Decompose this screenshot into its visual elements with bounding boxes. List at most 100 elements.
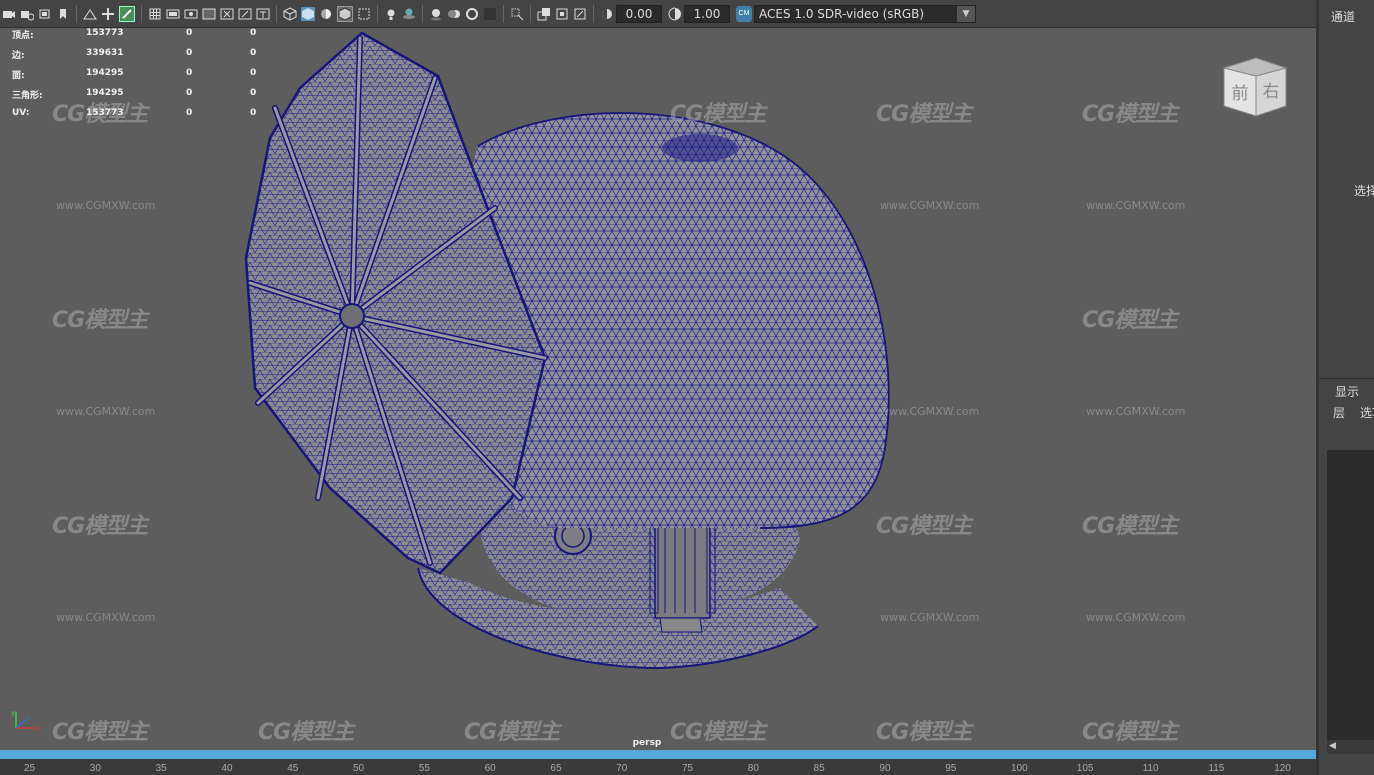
timeline-tick-label: 105	[1076, 763, 1094, 774]
frame-selection-icon[interactable]	[573, 7, 587, 21]
channel-box-panel: 通道 选择 显示 层 选项 ◀	[1319, 0, 1374, 775]
wireframe-on-shaded-icon[interactable]	[337, 5, 353, 22]
wireframe-icon[interactable]	[283, 6, 297, 21]
gamma-field[interactable]: 1.00	[684, 4, 730, 23]
watermark-url: www.CGMXW.com	[880, 611, 980, 624]
timeline-tick-label: 60	[484, 763, 496, 774]
timeline-tick-label: 75	[682, 763, 694, 774]
timeline-tick-label: 45	[287, 763, 299, 774]
exposure-icon[interactable]	[600, 7, 614, 21]
camera-icon[interactable]	[2, 7, 16, 21]
2d-pan-zoom-icon[interactable]	[101, 7, 115, 21]
isolate-select-icon[interactable]	[510, 7, 524, 21]
gate-mask-icon[interactable]	[202, 7, 216, 21]
timeline-tick-label: 85	[813, 763, 825, 774]
smooth-shade-icon[interactable]	[301, 6, 315, 21]
hud-value: 153773	[86, 108, 124, 118]
watermark-logo: CG模型主	[1082, 514, 1178, 539]
horizontal-scrollbar[interactable]: ◀	[1327, 740, 1374, 754]
motion-blur-icon[interactable]	[447, 7, 461, 21]
timeline-tick-label: 110	[1142, 763, 1159, 774]
timeline-tick-label: 55	[418, 763, 430, 774]
options-menu[interactable]: 选项	[1360, 404, 1374, 421]
exposure-field[interactable]: 0.00	[616, 4, 662, 23]
hud-selected-components: 0	[250, 88, 257, 98]
watermark-logo: CG模型主	[1082, 102, 1178, 127]
time-slider-ruler[interactable]: 25 30 35 40 45 50 55 60 65 70 75 80 85 90 95 100 105 110 1…	[0, 759, 1316, 775]
axis-y-label: y	[11, 709, 15, 717]
hud-label: 三角形:	[12, 91, 43, 101]
timeline-tick-label: 100	[1011, 763, 1028, 774]
mushroom-windmill-mesh	[244, 31, 890, 670]
camera-name-label: persp	[632, 738, 662, 748]
view-cube[interactable]: 前 右	[1222, 56, 1288, 123]
timeline-tick-label: 50	[353, 763, 365, 774]
xray-icon[interactable]	[357, 7, 371, 21]
view-cube-front[interactable]: 前	[1232, 84, 1249, 104]
timeline-tick-label: 95	[945, 763, 957, 774]
color-space-value: ACES 1.0 SDR-video (sRGB)	[759, 6, 925, 21]
hud-row-faces: 面: 194295 0 0	[12, 68, 272, 88]
hud-label: 顶点:	[12, 31, 34, 41]
chevron-left-icon[interactable]: ◀	[1327, 740, 1336, 750]
frame-all-icon[interactable]	[555, 7, 569, 21]
watermark-url: www.CGMXW.com	[880, 199, 980, 212]
panel-divider	[1319, 378, 1374, 379]
timeline-tick-label: 90	[879, 763, 891, 774]
color-management-toggle[interactable]: CM	[736, 5, 752, 22]
grid-icon[interactable]	[148, 7, 162, 21]
hud-row-triangles: 三角形: 194295 0 0	[12, 88, 272, 108]
3d-viewport[interactable]: CG模型主 CG模型主 CG模型主 CG模型主 www.CGMXW.com ww…	[0, 28, 1316, 750]
watermark-logo: CG模型主	[52, 514, 148, 539]
timeline-bar[interactable]	[0, 750, 1316, 759]
camera-attributes-icon[interactable]	[38, 7, 52, 21]
default-material-icon[interactable]	[319, 7, 333, 21]
anti-aliasing-icon[interactable]	[465, 7, 479, 21]
bookmark-icon[interactable]	[56, 7, 70, 21]
select-menu[interactable]: 选择	[1354, 182, 1374, 199]
watermark-url: www.CGMXW.com	[56, 611, 156, 624]
hud-label: 边:	[12, 51, 25, 61]
hud-value: 194295	[86, 68, 124, 78]
resolution-gate-icon[interactable]	[184, 7, 198, 21]
safe-title-icon[interactable]	[256, 7, 270, 21]
field-chart-icon[interactable]	[220, 7, 234, 21]
image-plane-icon[interactable]	[83, 7, 97, 21]
tab-display[interactable]: 显示	[1335, 383, 1359, 400]
toolbar-separator	[377, 4, 378, 23]
toolbar-separator	[503, 4, 504, 23]
screen-space-ao-icon[interactable]	[429, 7, 443, 21]
layers-menu[interactable]: 层	[1333, 404, 1345, 421]
hud-selected-components: 0	[250, 28, 257, 38]
hud-selected: 0	[186, 108, 193, 118]
tab-channels[interactable]: 通道	[1331, 8, 1355, 25]
poly-count-hud: 顶点: 153773 0 0 边: 339631 0 0 面: 194295 0…	[12, 28, 272, 128]
gamma-icon[interactable]	[668, 7, 682, 21]
hud-row-edges: 边: 339631 0 0	[12, 48, 272, 68]
watermark-url: www.CGMXW.com	[56, 405, 156, 418]
hud-value: 153773	[86, 28, 124, 38]
toolbar-separator	[422, 4, 423, 23]
watermark-url: www.CGMXW.com	[56, 199, 156, 212]
watermark-logo: CG模型主	[52, 308, 148, 333]
door	[649, 522, 716, 633]
grease-pencil-icon[interactable]	[119, 5, 135, 22]
camera-lock-icon[interactable]	[20, 7, 34, 21]
film-gate-icon[interactable]	[166, 7, 180, 21]
toolbar-separator	[593, 4, 594, 23]
lights-icon[interactable]	[384, 7, 398, 21]
view-cube-right[interactable]: 右	[1263, 82, 1280, 102]
toolbar-separator	[141, 4, 142, 23]
hud-toggle-icon[interactable]	[537, 7, 551, 21]
layer-list[interactable]	[1327, 450, 1374, 740]
axis-gizmo: x y z	[8, 708, 42, 737]
safe-action-icon[interactable]	[238, 7, 252, 21]
depth-of-field-icon[interactable]	[483, 7, 497, 21]
watermark-url: www.CGMXW.com	[1086, 199, 1186, 212]
color-space-dropdown[interactable]: ACES 1.0 SDR-video (sRGB) ▼	[754, 4, 976, 23]
hud-selected-components: 0	[250, 48, 257, 58]
hud-label: 面:	[12, 71, 25, 81]
shadows-icon[interactable]	[402, 7, 416, 21]
timeline-tick-label: 80	[747, 763, 759, 774]
timeline-tick-label: 120	[1274, 763, 1291, 774]
